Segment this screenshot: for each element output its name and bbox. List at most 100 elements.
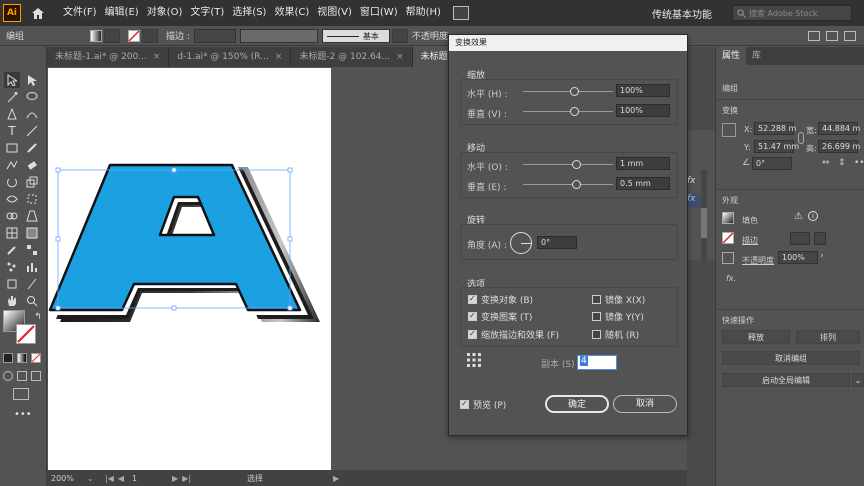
zoom-dropdown[interactable]: ⌄ <box>87 474 97 483</box>
scale-tool-icon[interactable] <box>24 174 40 190</box>
first-artboard-icon[interactable]: |◀ <box>105 474 114 483</box>
lasso-tool-icon[interactable] <box>24 89 40 105</box>
slice-tool-icon[interactable] <box>24 276 40 292</box>
move-horizontal-slider[interactable] <box>523 164 613 165</box>
opacity-label-panel[interactable]: 不透明度 <box>742 255 774 266</box>
stroke-swatch[interactable] <box>128 29 140 42</box>
link-proportions-icon[interactable] <box>798 132 804 144</box>
prev-artboard-icon[interactable]: ◀ <box>118 474 124 483</box>
arrange-button[interactable]: 排列 <box>796 330 860 344</box>
gradient-tool-icon[interactable] <box>24 225 40 241</box>
reflect-x-checkbox[interactable] <box>592 295 601 304</box>
width-tool-icon[interactable] <box>4 191 20 207</box>
move-horizontal-knob[interactable] <box>572 160 581 169</box>
angle-dial[interactable] <box>510 232 532 254</box>
ok-button[interactable]: 确定 <box>545 395 609 413</box>
search-stock-input[interactable]: 搜索 Adobe Stock <box>732 5 852 21</box>
menu-item[interactable]: 文字(T) <box>186 0 228 26</box>
paintbrush-tool-icon[interactable] <box>24 140 40 156</box>
magic-wand-tool-icon[interactable] <box>4 89 20 105</box>
more-options-icon[interactable] <box>844 30 856 41</box>
zoom-tool-icon[interactable] <box>24 293 40 309</box>
transform-patterns-checkbox[interactable] <box>468 311 477 321</box>
stroke-weight-field[interactable] <box>193 28 236 43</box>
isolate-group-icon[interactable] <box>826 30 838 41</box>
fill-swatch-panel[interactable] <box>722 212 734 224</box>
perspective-grid-tool-icon[interactable] <box>24 208 40 224</box>
color-mode-icon[interactable] <box>3 353 13 363</box>
stroke-style-dropdown[interactable] <box>391 28 408 43</box>
last-artboard-icon[interactable]: ▶| <box>182 474 191 483</box>
menu-item[interactable]: 视图(V) <box>313 0 356 26</box>
fx-panel-icon[interactable]: fx <box>687 176 701 190</box>
stroke-color-swatch[interactable] <box>16 324 36 344</box>
draw-mode-icon[interactable] <box>3 371 13 381</box>
flip-horizontal-icon[interactable]: ⇔ <box>822 158 830 168</box>
flip-vertical-icon[interactable]: ⇕ <box>838 158 846 168</box>
scale-vertical-input[interactable]: 100% <box>616 104 670 117</box>
opacity-input[interactable]: 100% <box>778 251 818 264</box>
scale-vertical-slider[interactable] <box>523 111 613 112</box>
direct-selection-tool-icon[interactable] <box>24 72 40 88</box>
panel-scroll-thumb[interactable] <box>701 208 707 238</box>
copies-input[interactable]: 4 <box>577 355 617 370</box>
selection-tool-icon[interactable] <box>4 72 20 88</box>
close-tab-icon[interactable]: × <box>153 52 161 62</box>
close-tab-icon[interactable]: × <box>275 52 283 62</box>
x-input[interactable]: 52.288 m <box>754 122 796 135</box>
variable-width-field[interactable] <box>239 28 318 43</box>
hand-tool-icon[interactable] <box>4 293 20 309</box>
menu-item[interactable]: 对象(O) <box>143 0 187 26</box>
screen-mode-alt-icon[interactable] <box>31 371 41 381</box>
swap-fill-stroke-icon[interactable]: ↰ <box>30 309 46 325</box>
stroke-dropdown[interactable] <box>142 28 158 43</box>
curvature-tool-icon[interactable] <box>24 106 40 122</box>
tab-libraries[interactable]: 库 <box>746 47 767 65</box>
fx-panel-icon-active[interactable]: fx <box>687 194 701 208</box>
stroke-weight-dropdown[interactable] <box>814 232 826 245</box>
transform-objects-checkbox[interactable] <box>468 294 477 304</box>
mesh-tool-icon[interactable] <box>4 225 20 241</box>
global-edit-button[interactable]: 启动全局编辑 <box>722 373 850 387</box>
reference-point-icon[interactable] <box>467 353 481 367</box>
reference-point-grid-icon[interactable] <box>722 123 736 137</box>
more-transform-icon[interactable]: ••• <box>854 158 864 168</box>
change-screen-mode-icon[interactable] <box>13 388 29 400</box>
rotate-tool-icon[interactable] <box>4 174 20 190</box>
height-input[interactable]: 26.699 m <box>818 140 860 153</box>
angle-input[interactable]: 0° <box>752 157 792 170</box>
artboard-tool-icon[interactable] <box>4 276 20 292</box>
reflect-y-checkbox[interactable] <box>592 312 601 321</box>
fill-dropdown[interactable] <box>104 28 120 43</box>
close-tab-icon[interactable]: × <box>396 52 404 62</box>
eraser-tool-icon[interactable] <box>24 157 40 173</box>
column-graph-tool-icon[interactable] <box>24 259 40 275</box>
scale-strokes-checkbox[interactable] <box>468 329 477 339</box>
free-transform-tool-icon[interactable] <box>24 191 40 207</box>
menu-item[interactable]: 文件(F) <box>59 0 101 26</box>
tab-properties[interactable]: 属性 <box>716 47 747 65</box>
release-button[interactable]: 释放 <box>722 330 790 344</box>
home-icon[interactable] <box>27 2 49 24</box>
menu-item[interactable]: 选择(S) <box>228 0 270 26</box>
document-tab[interactable]: d-1.ai* @ 150% (R... × <box>169 47 292 67</box>
opacity-label[interactable]: 不透明度 <box>412 29 448 42</box>
letter-a-artwork[interactable] <box>48 155 338 330</box>
fill-swatch[interactable] <box>90 29 102 42</box>
rotate-angle-input[interactable]: 0° <box>537 236 577 249</box>
type-tool-icon[interactable]: T <box>4 123 20 139</box>
align-icon[interactable] <box>808 30 820 41</box>
fx-button[interactable]: fx. <box>726 274 736 283</box>
eyedropper-tool-icon[interactable] <box>4 242 20 258</box>
line-segment-tool-icon[interactable] <box>24 123 40 139</box>
edit-toolbar-icon[interactable]: ••• <box>14 409 32 420</box>
scale-horizontal-slider[interactable] <box>523 91 613 92</box>
menu-item[interactable]: 窗口(W) <box>356 0 402 26</box>
arrange-documents-icon[interactable] <box>452 6 469 20</box>
menu-item[interactable]: 效果(C) <box>270 0 313 26</box>
document-tab[interactable]: 未标题-2 @ 102.64... × <box>291 47 413 67</box>
status-expand-icon[interactable]: ▶ <box>333 474 339 483</box>
width-input[interactable]: 44.884 m <box>818 122 860 135</box>
brush-definition-field[interactable]: 基本 <box>321 28 390 43</box>
opacity-expand-icon[interactable]: › <box>820 251 824 261</box>
